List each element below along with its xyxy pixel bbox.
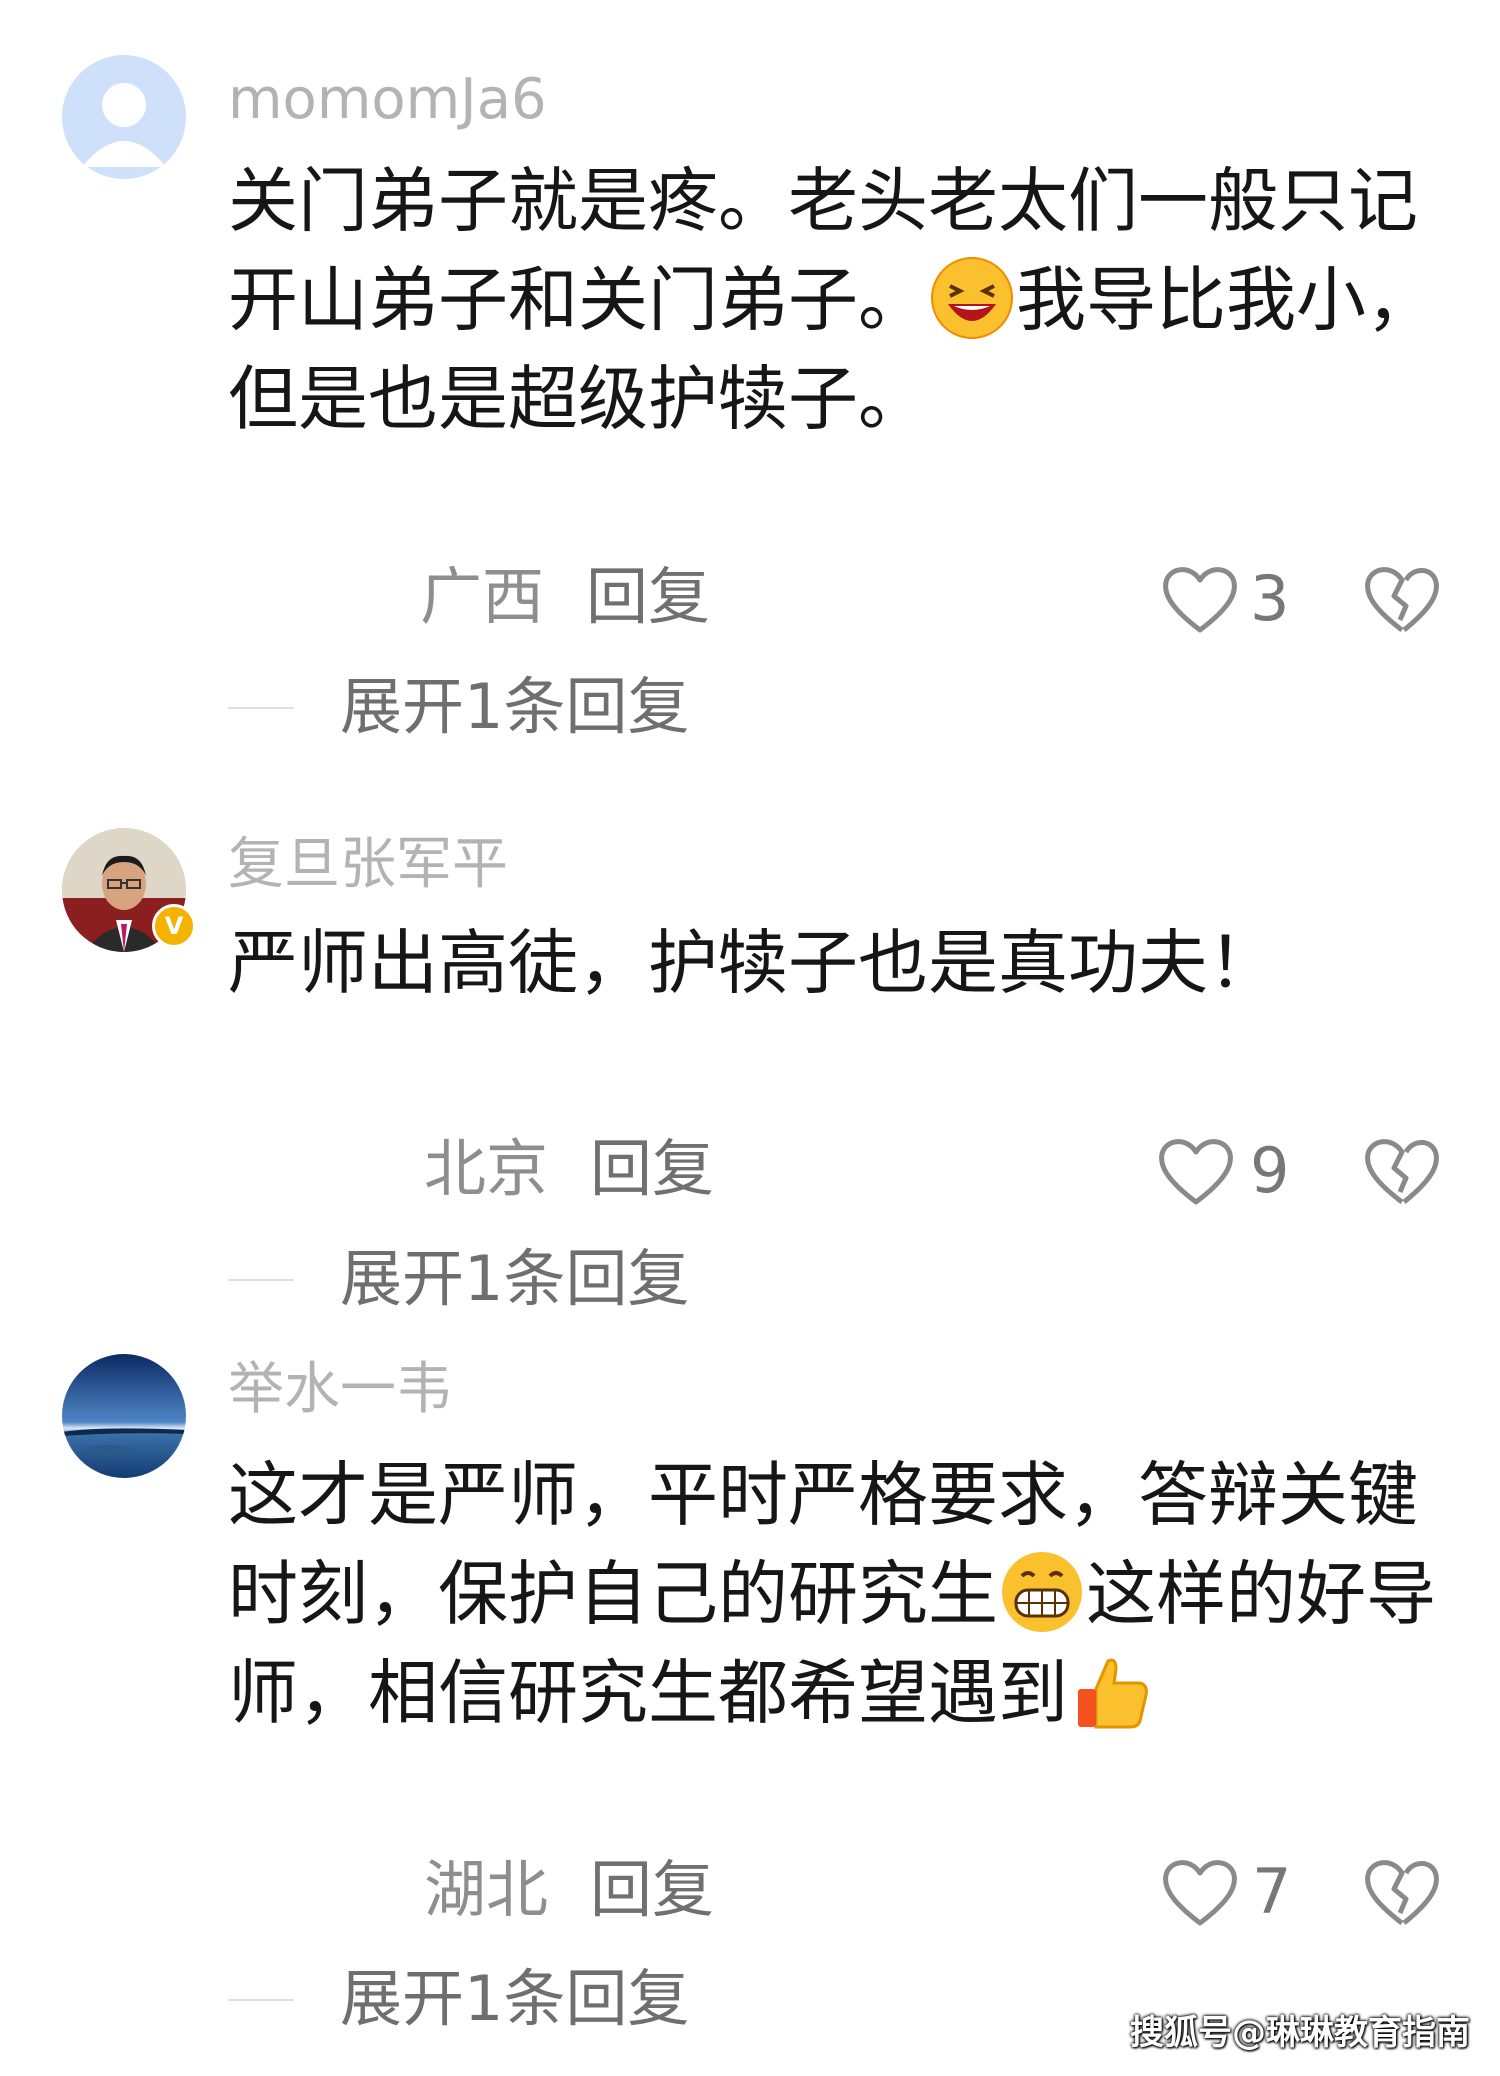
like-heart-icon[interactable] xyxy=(1156,1132,1236,1208)
like-heart-icon[interactable] xyxy=(1160,1853,1240,1929)
comment-username[interactable]: 复旦张军平 xyxy=(228,837,508,893)
like-count: 9 xyxy=(1250,1134,1290,1207)
comment-text: 这才是严师，平时严格要求，答辩关键时刻，保护自己的研究生 这样的好导师，相信研究生… xyxy=(228,1454,1436,1734)
expand-replies-button[interactable]: 展开1条回复 xyxy=(340,676,689,738)
dislike-broken-heart-icon[interactable] xyxy=(1362,560,1442,636)
default-user-icon xyxy=(82,83,166,167)
like-heart-icon[interactable] xyxy=(1160,560,1240,636)
thumbs-up-emoji xyxy=(1070,1649,1154,1733)
reply-button[interactable]: 回复 xyxy=(590,1859,714,1921)
comment-location: 湖北 xyxy=(424,1853,549,1926)
expand-replies-button[interactable]: 展开1条回复 xyxy=(340,1968,689,2030)
expand-divider xyxy=(228,1999,294,2001)
expand-divider xyxy=(228,707,294,709)
like-count: 3 xyxy=(1250,562,1290,635)
expand-divider xyxy=(228,1279,294,1281)
avatar[interactable] xyxy=(62,55,186,179)
grinning-face-emoji xyxy=(1000,1550,1084,1634)
avatar[interactable] xyxy=(62,1354,186,1478)
comment-text: 关门弟子就是疼。老头老太们一般只记开山弟子和关门弟子。 我导比我小，但是也是超级护… xyxy=(228,160,1436,440)
comment-location: 北京 xyxy=(424,1132,549,1205)
dislike-broken-heart-icon[interactable] xyxy=(1362,1132,1442,1208)
expand-replies-button[interactable]: 展开1条回复 xyxy=(340,1248,689,1310)
comment-location: 广西 xyxy=(420,560,545,633)
avatar[interactable]: V xyxy=(62,828,196,952)
like-count: 7 xyxy=(1252,1855,1292,1928)
lake-photo-icon xyxy=(62,1354,186,1478)
verified-badge-icon: V xyxy=(152,904,196,948)
reply-button[interactable]: 回复 xyxy=(590,1138,714,1200)
comment-text: 严师出高徒，护犊子也是真功夫！ xyxy=(228,922,1278,1004)
laughing-face-emoji xyxy=(930,256,1014,340)
watermark: 搜狐号@琳琳教育指南 xyxy=(1130,2013,1470,2053)
dislike-broken-heart-icon[interactable] xyxy=(1362,1853,1442,1929)
comment-username[interactable]: 举水一韦 xyxy=(228,1362,452,1418)
comment-username[interactable]: momomJa6 xyxy=(228,72,547,128)
reply-button[interactable]: 回复 xyxy=(586,566,710,628)
